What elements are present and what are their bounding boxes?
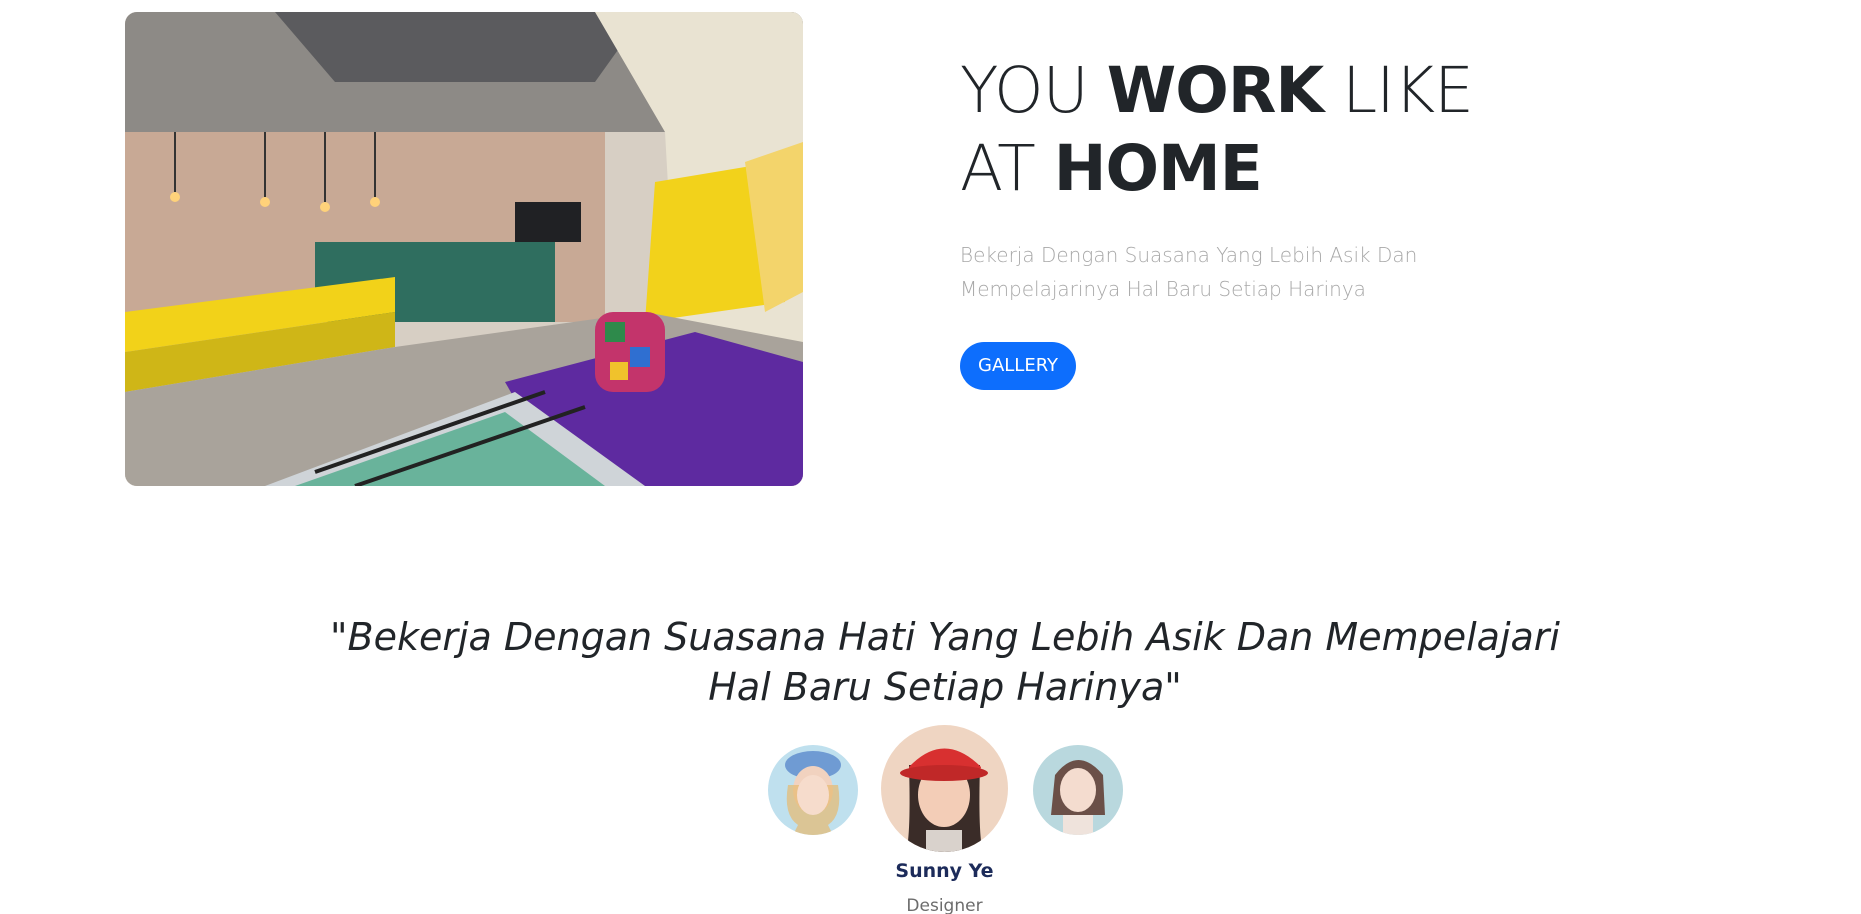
- avatar-left[interactable]: [768, 745, 858, 835]
- page: YOU WORK LIKE AT HOME Bekerja Dengan Suas…: [0, 0, 1861, 914]
- hero-subtitle: Bekerja Dengan Suasana Yang Lebih Asik D…: [960, 243, 1418, 301]
- hero-title-bold1: WORK: [1106, 54, 1324, 127]
- office-lounge-photo-icon: [125, 12, 803, 486]
- avatar-photo-right-icon: [1033, 745, 1123, 835]
- hero-title-part2: LIKE: [1323, 54, 1474, 127]
- hero-image: [125, 12, 803, 486]
- avatar-carousel: [0, 725, 1861, 855]
- testimonial-quote: "Bekerja Dengan Suasana Hati Yang Lebih …: [330, 615, 1560, 709]
- avatar-photo-left-icon: [768, 745, 858, 835]
- hero-title: YOU WORK LIKE AT HOME: [960, 52, 1660, 208]
- avatar-photo-center-icon: [881, 725, 1008, 852]
- gallery-button[interactable]: GALLERY: [960, 342, 1077, 390]
- hero-title-bold2: HOME: [1053, 132, 1263, 205]
- hero-title-part1: YOU: [960, 54, 1107, 127]
- hero-title-part3: AT: [960, 132, 1054, 205]
- avatar-center[interactable]: [881, 725, 1008, 852]
- testimonial-role: Designer: [906, 896, 983, 914]
- avatar-right[interactable]: [1033, 745, 1123, 835]
- testimonial-name: Sunny Ye: [895, 860, 994, 882]
- hero-text: YOU WORK LIKE AT HOME Bekerja Dengan Suas…: [960, 52, 1660, 390]
